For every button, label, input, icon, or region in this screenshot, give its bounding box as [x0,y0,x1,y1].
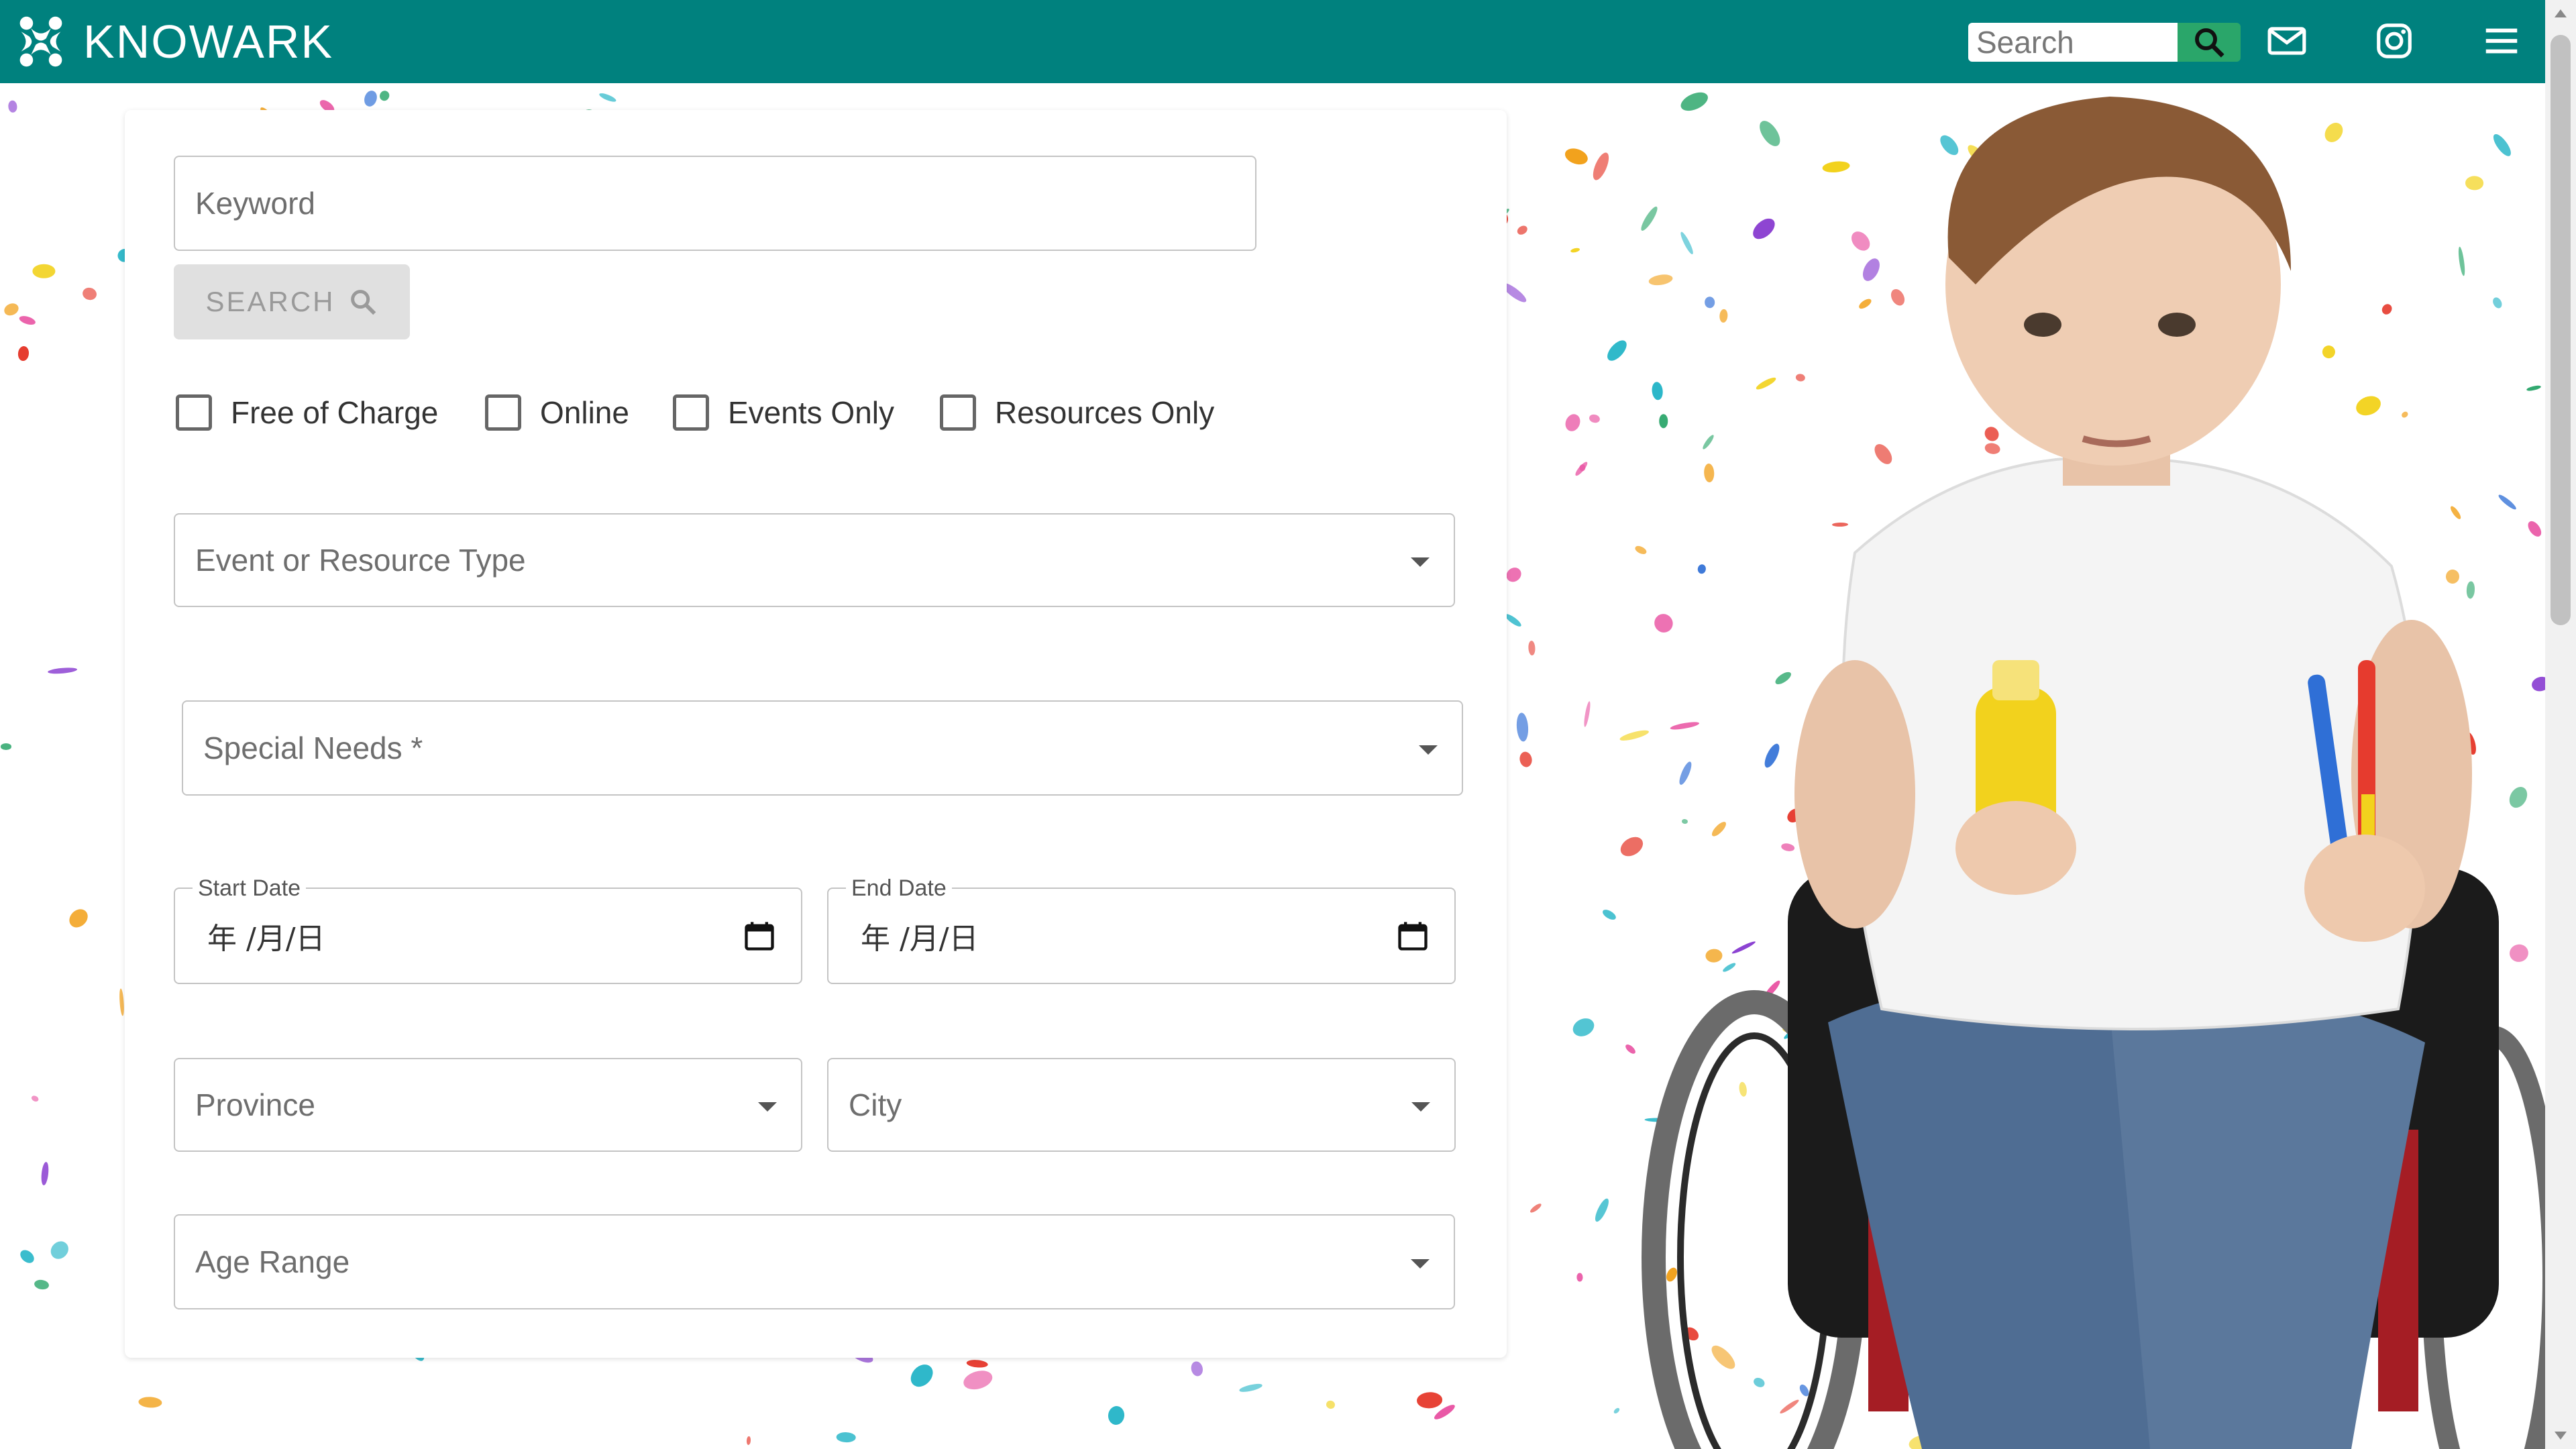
paint-splat [836,1432,857,1442]
scroll-down-arrow-icon[interactable] [2555,1432,2567,1440]
scrollbar-thumb[interactable] [2551,35,2571,625]
event-resource-type-label: Event or Resource Type [195,543,526,578]
age-range-select[interactable]: Age Range [174,1214,1455,1309]
paint-splat [1415,1391,1443,1409]
mail-button[interactable] [2263,17,2310,64]
brand-logo[interactable]: KNOWARK [8,8,333,75]
checkbox-label: Free of Charge [231,395,439,430]
paint-splat [17,345,30,361]
search-button-label: SEARCH [205,286,335,317]
calendar-icon[interactable] [742,918,777,953]
paint-splat [378,89,392,102]
dropdown-arrow-icon [1411,1102,1430,1112]
keyword-input[interactable]: Keyword [174,156,1256,251]
instagram-icon [2377,23,2412,58]
search-icon [350,290,376,315]
province-label: Province [195,1087,315,1122]
paint-splat [18,314,37,327]
paint-splat [7,100,17,113]
checkbox-box[interactable] [176,394,212,431]
paint-splat [1238,1382,1263,1394]
dropdown-arrow-icon [1411,1259,1430,1269]
search-icon [2195,28,2224,58]
paint-splat [746,1436,751,1446]
header-search [1968,23,2241,62]
checkbox-box[interactable] [673,394,709,431]
child-wheelchair-photo [1506,83,2563,1449]
dropdown-arrow-icon [1419,745,1438,755]
checkbox-label: Events Only [728,395,894,430]
city-label: City [849,1087,902,1122]
paint-splat [118,987,125,1016]
paint-splat [961,1367,995,1393]
paint-splat [47,666,78,676]
instagram-button[interactable] [2371,17,2418,64]
dropdown-arrow-icon [1411,557,1430,567]
special-needs-label: Special Needs * [203,731,423,765]
paint-splat [32,264,56,278]
free-of-charge-checkbox[interactable]: Free of Charge [176,394,438,431]
resources-only-checkbox[interactable]: Resources Only [940,394,1214,431]
knowark-logo-icon [19,16,62,67]
top-navigation-bar: KNOWARK [0,0,2545,83]
page-scrollbar[interactable] [2545,0,2576,1449]
paint-splat [40,1161,50,1185]
event-resource-type-select[interactable]: Event or Resource Type [174,513,1455,607]
scroll-up-arrow-icon[interactable] [2555,9,2567,17]
checkbox-label: Online [540,395,629,430]
paint-splat [906,1360,938,1391]
paint-splat [1189,1360,1204,1377]
paint-splat [363,89,379,108]
paint-splat [1325,1399,1337,1410]
calendar-icon[interactable] [1395,918,1430,953]
end-date-input[interactable]: End Date 年 /月/日 [827,875,1456,984]
paint-splat [66,906,92,932]
header-search-input[interactable] [1968,23,2178,62]
paint-splat [34,1279,50,1291]
city-select[interactable]: City [827,1058,1456,1152]
paint-splat [966,1359,989,1369]
paint-splat [2,301,21,318]
paint-splat [138,1396,162,1409]
checkbox-label: Resources Only [995,395,1215,430]
paint-splat [47,1238,72,1263]
start-date-value: 年 /月/日 [207,922,325,956]
online-checkbox[interactable]: Online [485,394,629,431]
paint-splat [1106,1405,1126,1426]
brand-name: KNOWARK [83,15,334,68]
province-select[interactable]: Province [174,1058,802,1152]
mail-icon [2267,27,2306,55]
paint-splat [30,1094,40,1103]
paint-splat [598,91,618,103]
checkbox-box[interactable] [485,394,521,431]
search-button[interactable]: SEARCH [174,264,410,339]
paint-splat [17,1247,37,1266]
keyword-placeholder: Keyword [195,186,315,221]
menu-button[interactable] [2478,17,2525,64]
end-date-label: End Date [846,875,952,902]
start-date-input[interactable]: Start Date 年 /月/日 [174,875,802,984]
end-date-value: 年 /月/日 [861,922,979,956]
events-only-checkbox[interactable]: Events Only [673,394,894,431]
dropdown-arrow-icon [758,1102,777,1112]
checkbox-box[interactable] [940,394,976,431]
paint-splat [0,743,12,750]
menu-icon [2485,28,2518,54]
header-search-button[interactable] [2178,23,2241,62]
age-range-label: Age Range [195,1244,350,1279]
start-date-label: Start Date [193,875,307,902]
paint-splat [80,286,98,302]
special-needs-select[interactable]: Special Needs * [182,700,1463,796]
